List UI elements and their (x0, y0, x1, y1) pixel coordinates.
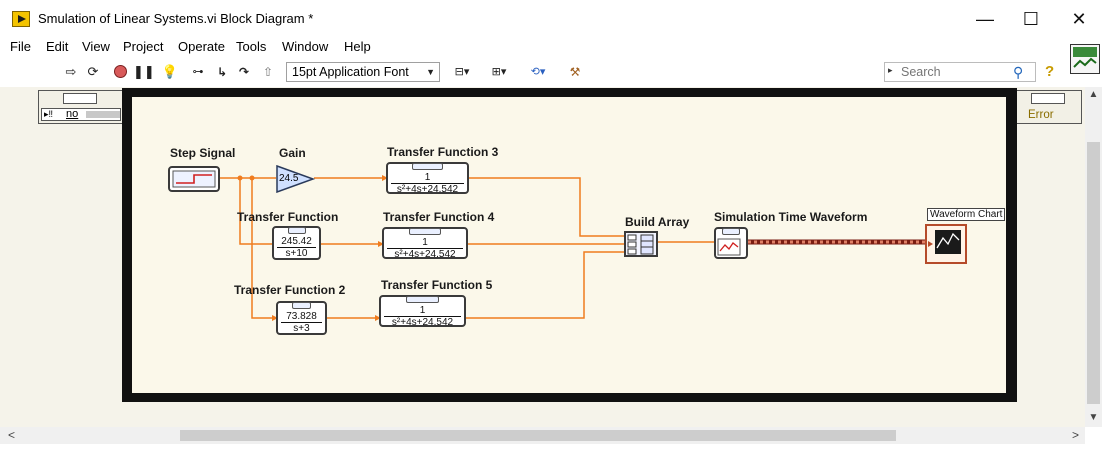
step-signal-label: Step Signal (170, 146, 236, 160)
tf2-label: Transfer Function 2 (234, 283, 346, 297)
connector-strip (287, 227, 306, 234)
tf5-label: Transfer Function 5 (381, 278, 493, 292)
title-bar: Smulation of Linear Systems.vi Block Dia… (0, 0, 1102, 36)
connector-strip (405, 296, 440, 303)
sim-waveform-label: Simulation Time Waveform (714, 210, 868, 224)
gain-value: 24.5 (279, 173, 299, 184)
waveform-chart-label: Waveform Chart (927, 208, 1006, 221)
search-box[interactable]: ▸ ⚲ (884, 62, 1036, 82)
tf3-denominator: s²+4s+24.542 (396, 184, 459, 195)
tf2-denominator: s+3 (293, 323, 310, 334)
error-in-bar: ▸‼ no (41, 108, 121, 121)
step-signal-block[interactable] (168, 166, 220, 192)
tf3-numerator: 1 (391, 172, 464, 184)
retain-wire-values-icon[interactable]: ⊶ (189, 64, 207, 80)
chart-icon (928, 230, 961, 254)
tf4-denominator: s²+4s+24.542 (394, 249, 456, 260)
menu-project[interactable]: Project (123, 39, 163, 54)
transfer-function-block[interactable]: 245.42 s+10 (272, 226, 321, 260)
distribute-objects-icon[interactable]: ⊞▾ (486, 64, 512, 80)
connector-strip (722, 228, 740, 235)
scroll-up-icon[interactable]: ▲ (1088, 89, 1099, 100)
font-select[interactable]: 15pt Application Font ▼ (286, 62, 440, 82)
waveform-icon (717, 238, 741, 256)
scroll-left-icon[interactable]: < (8, 428, 15, 442)
tf-denominator: s+10 (285, 248, 308, 259)
font-select-value: 15pt Application Font (292, 65, 409, 79)
array-icon (627, 234, 654, 255)
labview-app-icon (12, 11, 30, 27)
window-title: Smulation of Linear Systems.vi Block Dia… (38, 11, 314, 26)
error-in-terminal[interactable]: ▸‼ no (38, 90, 124, 124)
tf-numerator: 245.42 (277, 236, 316, 248)
menu-operate[interactable]: Operate (178, 39, 225, 54)
cluster-icon (1031, 93, 1065, 104)
menu-help[interactable]: Help (344, 39, 371, 54)
search-input[interactable] (901, 64, 1009, 80)
align-objects-icon[interactable]: ⊟▾ (449, 64, 475, 80)
tf3-label: Transfer Function 3 (387, 145, 499, 159)
vertical-scrollbar[interactable]: ▲ ▼ (1085, 87, 1102, 427)
vi-connector-icon[interactable] (1070, 44, 1100, 74)
search-icon[interactable]: ⚲ (1013, 64, 1033, 80)
reorder-icon[interactable]: ⟲▾ (525, 64, 551, 80)
run-arrow-icon[interactable]: ⇨ (62, 64, 80, 80)
menu-file[interactable]: File (10, 39, 31, 54)
horizontal-scrollbar[interactable]: < > (0, 427, 1085, 444)
toolbar: ⇨ ⟳ ❚❚ 💡 ⊶ ↳ ↷ ⇧ 15pt Application Font ▼… (0, 58, 1070, 86)
step-over-icon[interactable]: ↷ (235, 64, 253, 80)
maximize-button[interactable]: ☐ (1008, 6, 1054, 34)
tf4-label: Transfer Function 4 (383, 210, 495, 224)
menu-bar: File Edit View Project Operate Tools Win… (0, 37, 1102, 57)
minimize-button[interactable]: — (962, 6, 1008, 34)
pause-icon[interactable]: ❚❚ (133, 64, 155, 80)
chevron-down-icon: ▼ (426, 67, 435, 77)
tf5-numerator: 1 (384, 305, 461, 317)
menu-tools[interactable]: Tools (236, 39, 266, 54)
gain-label: Gain (279, 146, 306, 160)
arrow-icon: ▸‼ (44, 109, 54, 119)
connector-strip (408, 228, 442, 235)
menu-window[interactable]: Window (282, 39, 328, 54)
menu-view[interactable]: View (82, 39, 110, 54)
clean-up-diagram-icon[interactable]: ⚒ (564, 64, 586, 80)
run-continuously-icon[interactable]: ⟳ (84, 64, 102, 80)
abort-icon[interactable] (111, 64, 129, 80)
transfer-function-4-block[interactable]: 1 s²+4s+24.542 (382, 227, 468, 260)
build-array-label: Build Array (625, 215, 690, 229)
error-in-value: no (66, 108, 79, 120)
connector-strip (411, 163, 444, 170)
tf-label: Transfer Function (237, 210, 339, 224)
transfer-function-5-block[interactable]: 1 s²+4s+24.542 (379, 295, 466, 328)
scroll-down-icon[interactable]: ▼ (1088, 412, 1099, 423)
help-icon[interactable]: ? (1045, 63, 1063, 81)
simulation-loop-body (132, 97, 1006, 393)
transfer-function-2-block[interactable]: 73.828 s+3 (276, 301, 327, 335)
step-icon (172, 170, 216, 188)
close-button[interactable]: ✕ (1056, 6, 1102, 34)
menu-edit[interactable]: Edit (46, 39, 68, 54)
waveform-chart-terminal[interactable] (925, 224, 967, 264)
step-into-icon[interactable]: ↳ (213, 64, 231, 80)
tf2-numerator: 73.828 (281, 311, 322, 323)
highlight-execution-icon[interactable]: 💡 (161, 64, 179, 80)
simulation-time-waveform-block[interactable] (714, 227, 748, 259)
search-scope-icon[interactable]: ▸ (888, 65, 893, 76)
vertical-scroll-thumb[interactable] (1087, 142, 1100, 404)
error-out-label: Error (1028, 109, 1054, 121)
status-fill (86, 111, 120, 118)
build-array-block[interactable] (624, 231, 658, 257)
tf4-numerator: 1 (387, 237, 463, 249)
horizontal-scroll-thumb[interactable] (180, 430, 896, 441)
step-out-icon[interactable]: ⇧ (259, 64, 277, 80)
cluster-icon (63, 93, 97, 104)
connector-strip (292, 302, 311, 309)
tf5-denominator: s²+4s+24.542 (391, 317, 454, 328)
transfer-function-3-block[interactable]: 1 s²+4s+24.542 (386, 162, 469, 195)
labview-window: Smulation of Linear Systems.vi Block Dia… (0, 0, 1102, 454)
scroll-right-icon[interactable]: > (1072, 428, 1079, 442)
